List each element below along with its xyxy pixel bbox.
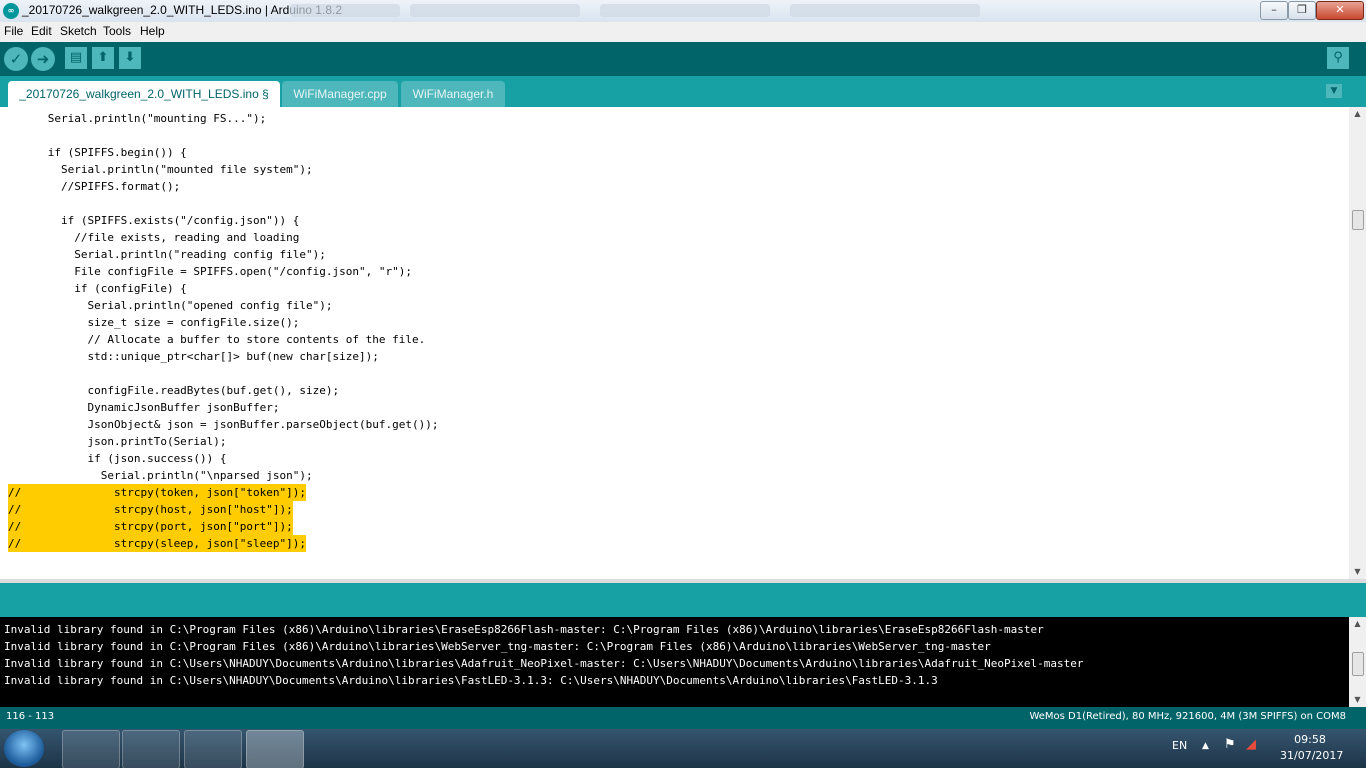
- menu-help[interactable]: Help: [140, 24, 165, 38]
- status-bar: 116 - 113 WeMos D1(Retired), 80 MHz, 921…: [0, 707, 1366, 729]
- console-scroll-down-icon[interactable]: ▼: [1349, 693, 1366, 707]
- menu-bar: File Edit Sketch Tools Help: [0, 22, 1366, 42]
- background-window-ghost: [290, 4, 400, 17]
- arduino-icon[interactable]: [246, 730, 304, 769]
- scroll-down-arrow-icon[interactable]: ▼: [1349, 565, 1366, 579]
- code-line[interactable]: Serial.println("mounted file system");: [8, 161, 313, 178]
- tab-main-sketch[interactable]: _20170726_walkgreen_2.0_WITH_LEDS.ino §: [8, 81, 280, 107]
- code-line[interactable]: // strcpy(port, json["port"]);: [8, 518, 293, 535]
- code-line[interactable]: json.printTo(Serial);: [8, 433, 226, 450]
- console-scrollbar[interactable]: ▲ ▼: [1349, 617, 1366, 707]
- tab-bar: _20170726_walkgreen_2.0_WITH_LEDS.ino § …: [0, 76, 1366, 107]
- console-line: Invalid library found in C:\Program File…: [4, 623, 1044, 636]
- arrow-down-icon: ⬇: [124, 50, 136, 65]
- code-line[interactable]: Serial.println("\nparsed json");: [8, 467, 313, 484]
- magnifier-icon: ⚲: [1333, 50, 1343, 65]
- background-window-ghost: [410, 4, 580, 17]
- code-line[interactable]: // strcpy(host, json["host"]);: [8, 501, 293, 518]
- menu-edit[interactable]: Edit: [31, 24, 52, 38]
- code-line[interactable]: if (SPIFFS.exists("/config.json")) {: [8, 212, 299, 229]
- code-line[interactable]: Serial.println("reading config file");: [8, 246, 326, 263]
- windows-start-icon[interactable]: [4, 730, 44, 767]
- menu-tools[interactable]: Tools: [103, 24, 131, 38]
- menu-sketch[interactable]: Sketch: [60, 24, 97, 38]
- editor-scrollbar[interactable]: ▲ ▼: [1349, 107, 1366, 579]
- document-icon: ▤: [69, 50, 83, 65]
- tab-wifimanager-h[interactable]: WiFiManager.h: [401, 81, 505, 107]
- code-line[interactable]: Serial.println("opened config file");: [8, 297, 332, 314]
- verify-button[interactable]: ✓: [4, 47, 28, 71]
- windows-taskbar: EN ▲ ⚑ ◢ 09:58 31/07/2017: [0, 729, 1366, 769]
- console-scroll-up-icon[interactable]: ▲: [1349, 617, 1366, 631]
- code-line[interactable]: size_t size = configFile.size();: [8, 314, 299, 331]
- chevron-down-icon: ▼: [1330, 86, 1338, 96]
- code-editor[interactable]: Serial.println("mounting FS..."); if (SP…: [0, 107, 1349, 579]
- cursor-position: 116 - 113: [6, 711, 55, 722]
- minimize-button[interactable]: –: [1260, 1, 1288, 20]
- maximize-button[interactable]: ❐: [1288, 1, 1316, 20]
- clock-date: 31/07/2017: [1280, 749, 1344, 762]
- code-line[interactable]: JsonObject& json = jsonBuffer.parseObjec…: [8, 416, 438, 433]
- message-area: [0, 583, 1366, 617]
- close-button[interactable]: ✕: [1316, 1, 1364, 20]
- tab-wifimanager-cpp[interactable]: WiFiManager.cpp: [282, 81, 398, 107]
- serial-monitor-button[interactable]: ⚲: [1327, 47, 1349, 69]
- code-line[interactable]: Serial.println("mounting FS...");: [8, 110, 267, 127]
- code-line[interactable]: std::unique_ptr<char[]> buf(new char[siz…: [8, 348, 378, 365]
- language-indicator[interactable]: EN: [1172, 739, 1187, 752]
- console-scroll-thumb[interactable]: [1352, 652, 1364, 676]
- action-center-icon[interactable]: ⚑: [1224, 737, 1236, 752]
- board-info: WeMos D1(Retired), 80 MHz, 921600, 4M (3…: [1029, 711, 1346, 722]
- code-line[interactable]: DynamicJsonBuffer jsonBuffer;: [8, 399, 279, 416]
- explorer-icon[interactable]: [62, 730, 120, 769]
- toolbar: ✓ ➜ ▤ ⬆ ⬇ ⚲: [0, 42, 1366, 76]
- new-sketch-button[interactable]: ▤: [65, 47, 87, 69]
- menu-file[interactable]: File: [4, 24, 23, 38]
- code-line[interactable]: if (configFile) {: [8, 280, 187, 297]
- sticky-notes-icon[interactable]: [122, 730, 180, 769]
- chrome-icon[interactable]: [184, 730, 242, 769]
- code-line[interactable]: //file exists, reading and loading: [8, 229, 299, 246]
- scroll-up-arrow-icon[interactable]: ▲: [1349, 107, 1366, 121]
- code-line[interactable]: // Allocate a buffer to store contents o…: [8, 331, 425, 348]
- tab-menu-button[interactable]: ▼: [1326, 84, 1342, 98]
- code-line[interactable]: // strcpy(sleep, json["sleep"]);: [8, 535, 307, 552]
- editor-scroll-thumb[interactable]: [1352, 210, 1364, 230]
- code-line[interactable]: configFile.readBytes(buf.get(), size);: [8, 382, 339, 399]
- output-console[interactable]: Invalid library found in C:\Program File…: [0, 617, 1349, 707]
- antivirus-icon[interactable]: ◢: [1246, 737, 1256, 752]
- code-line[interactable]: //SPIFFS.format();: [8, 178, 180, 195]
- open-sketch-button[interactable]: ⬆: [92, 47, 114, 69]
- title-bar: ∞ _20170726_walkgreen_2.0_WITH_LEDS.ino …: [0, 0, 1366, 23]
- code-line[interactable]: if (json.success()) {: [8, 450, 226, 467]
- console-line: Invalid library found in C:\Program File…: [4, 640, 991, 653]
- code-line[interactable]: File configFile = SPIFFS.open("/config.j…: [8, 263, 412, 280]
- check-icon: ✓: [9, 50, 23, 68]
- console-line: Invalid library found in C:\Users\NHADUY…: [4, 674, 938, 687]
- code-line[interactable]: if (SPIFFS.begin()) {: [8, 144, 187, 161]
- arrow-up-icon: ⬆: [97, 50, 109, 65]
- background-window-ghost: [790, 4, 980, 17]
- background-window-ghost: [600, 4, 770, 17]
- upload-button[interactable]: ➜: [31, 47, 55, 71]
- save-sketch-button[interactable]: ⬇: [119, 47, 141, 69]
- code-line[interactable]: // strcpy(token, json["token"]);: [8, 484, 307, 501]
- tray-expand-icon[interactable]: ▲: [1202, 741, 1209, 751]
- arduino-app-icon: ∞: [3, 3, 19, 19]
- clock[interactable]: 09:58 31/07/2017: [1280, 732, 1344, 764]
- console-line: Invalid library found in C:\Users\NHADUY…: [4, 657, 1084, 670]
- clock-time: 09:58: [1294, 733, 1326, 746]
- arrow-right-icon: ➜: [36, 50, 50, 68]
